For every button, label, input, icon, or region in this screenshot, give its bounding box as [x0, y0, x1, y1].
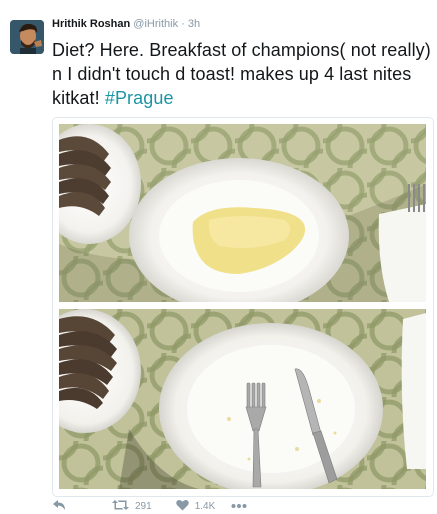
tweet[interactable]: Hrithik Roshan @iHrithik · 3h Diet? Here… [0, 4, 437, 514]
header-separator: · [181, 18, 185, 30]
photo-omelette-plate[interactable] [59, 124, 426, 302]
retweet-icon [112, 499, 129, 514]
tweet-media[interactable] [52, 117, 434, 497]
hashtag-link[interactable]: #Prague [105, 88, 174, 108]
tweet-timestamp[interactable]: 3h [188, 18, 200, 30]
avatar[interactable] [10, 20, 44, 54]
more-button[interactable] [231, 501, 247, 512]
retweet-button[interactable]: 291 [112, 499, 152, 514]
photo-empty-plate-cutlery[interactable] [59, 309, 426, 489]
reply-icon [52, 499, 66, 514]
author-handle[interactable]: @iHrithik [133, 18, 178, 30]
previous-tweet-icons: ●●● [52, 0, 92, 3]
tweet-header: Hrithik Roshan @iHrithik · 3h [52, 18, 200, 30]
like-button[interactable]: 1.4K [175, 499, 216, 514]
author-name[interactable]: Hrithik Roshan [52, 18, 130, 30]
like-count: 1.4K [194, 500, 216, 512]
tweet-text: Diet? Here. Breakfast of champions( not … [52, 38, 432, 110]
reply-button[interactable] [52, 499, 66, 514]
retweet-count: 291 [135, 500, 152, 512]
more-icon [231, 501, 247, 512]
heart-icon [175, 499, 189, 514]
tweet-actions: 291 1.4K [52, 498, 247, 514]
